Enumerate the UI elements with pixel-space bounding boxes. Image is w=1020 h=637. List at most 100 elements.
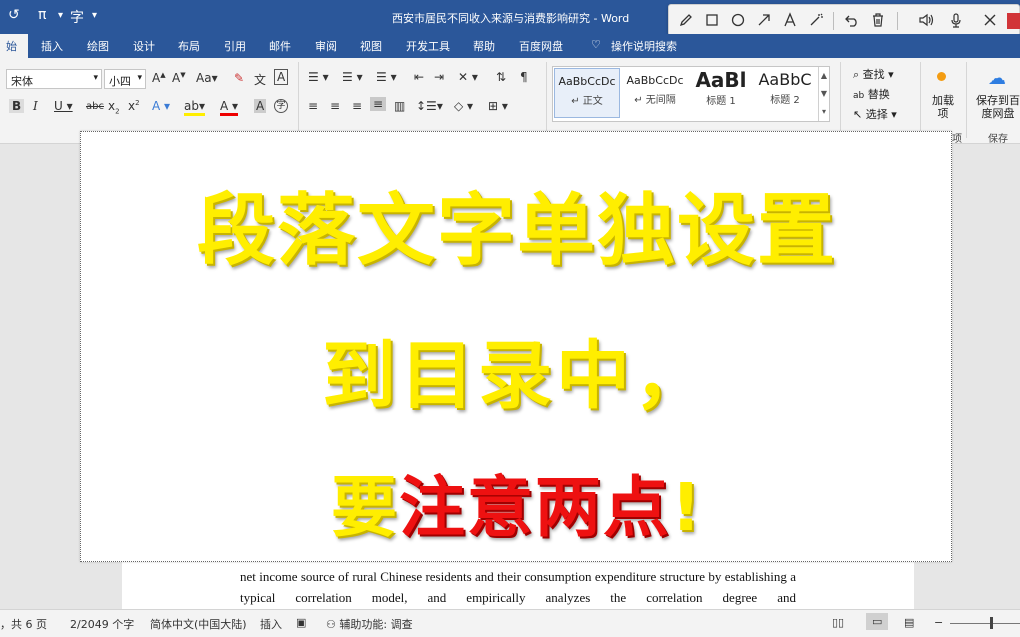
- decrease-indent-icon[interactable]: ⇤: [414, 70, 424, 84]
- tab-mailings[interactable]: 邮件: [269, 38, 291, 54]
- read-mode-icon[interactable]: ▯▯: [832, 616, 844, 629]
- style-normal[interactable]: AaBbCcDc ↵ 正文: [554, 68, 620, 118]
- char-border-icon[interactable]: A: [274, 69, 289, 85]
- text-icon[interactable]: [779, 9, 801, 31]
- tab-help[interactable]: 帮助: [473, 38, 495, 54]
- microphone-icon[interactable]: [945, 9, 967, 31]
- tell-me-search[interactable]: 操作说明搜索: [611, 38, 677, 54]
- circle-icon[interactable]: [727, 9, 749, 31]
- numbering-icon[interactable]: ☰ ▾: [342, 70, 363, 84]
- status-bar: ，共 6 页 2/2049 个字 简体中文(中国大陆) 插入 ▣ ⚇ 辅助功能:…: [0, 609, 1020, 637]
- increase-indent-icon[interactable]: ⇥: [434, 70, 444, 84]
- sort-icon[interactable]: ⇅: [496, 70, 506, 84]
- trash-icon[interactable]: [867, 9, 889, 31]
- tab-design[interactable]: 设计: [133, 38, 155, 54]
- qa-dropdown-icon[interactable]: ▾: [58, 10, 63, 21]
- undo-icon[interactable]: [841, 9, 863, 31]
- zoom-out-icon[interactable]: −: [934, 616, 943, 629]
- tab-baidu-netdisk[interactable]: 百度网盘: [519, 38, 563, 54]
- highlight-icon[interactable]: ab▾: [184, 99, 205, 116]
- tab-developer[interactable]: 开发工具: [406, 38, 450, 54]
- style-no-spacing[interactable]: AaBbCcDc ↵ 无间隔: [622, 68, 688, 118]
- insert-mode[interactable]: 插入: [260, 616, 282, 632]
- enclose-char-icon[interactable]: 字: [274, 99, 288, 113]
- align-center-icon[interactable]: ≡: [330, 99, 340, 113]
- addins-button[interactable]: 加载项: [932, 94, 954, 120]
- tab-layout[interactable]: 布局: [178, 38, 200, 54]
- zoom-slider[interactable]: [950, 623, 1020, 624]
- customize-qa-icon[interactable]: ▾: [92, 10, 97, 21]
- macro-record-icon[interactable]: ▣: [296, 616, 306, 629]
- bullets-icon[interactable]: ☰ ▾: [308, 70, 329, 84]
- annotation-toolbar: [668, 4, 1020, 36]
- addin-icon: [937, 72, 946, 81]
- save-group-label: 保存: [988, 134, 1008, 145]
- autosave-icon[interactable]: ↺: [8, 7, 20, 23]
- web-layout-icon[interactable]: ▤: [904, 616, 914, 629]
- borders-icon[interactable]: ⊞ ▾: [488, 99, 508, 113]
- line-spacing-icon[interactable]: ↕☰▾: [416, 99, 443, 113]
- word-count[interactable]: 2/2049 个字: [70, 616, 134, 632]
- overlay-line-3-suffix: !: [670, 469, 704, 546]
- font-size-select[interactable]: 小四 ▾: [104, 69, 146, 89]
- addins-group-label: 项: [952, 134, 962, 145]
- underline-icon[interactable]: U ▾: [54, 99, 73, 113]
- tab-references[interactable]: 引用: [224, 38, 246, 54]
- style-heading-1[interactable]: AaBl 标题 1: [688, 68, 754, 118]
- close-icon[interactable]: [979, 9, 1001, 31]
- lightbulb-icon[interactable]: ♡: [591, 38, 601, 51]
- zoom-slider-thumb[interactable]: [990, 617, 993, 629]
- accessibility-checker[interactable]: ⚇ 辅助功能: 调查: [326, 616, 413, 632]
- arrow-icon[interactable]: [753, 9, 775, 31]
- char-shading-icon[interactable]: A: [254, 99, 267, 113]
- justify-icon[interactable]: ≡: [370, 97, 387, 111]
- tab-draw[interactable]: 绘图: [87, 38, 109, 54]
- italic-icon[interactable]: I: [33, 99, 38, 113]
- tab-view[interactable]: 视图: [360, 38, 382, 54]
- rectangle-icon[interactable]: [701, 9, 723, 31]
- page-body-text[interactable]: net income source of rural Chinese resid…: [240, 566, 796, 608]
- find-button[interactable]: ⌕ 查找 ▾: [853, 66, 894, 82]
- office-logo-icon: [1007, 13, 1020, 29]
- equation-icon[interactable]: π: [38, 7, 46, 23]
- baidu-cloud-icon: ☁: [988, 68, 1006, 89]
- page-count[interactable]: ，共 6 页: [0, 616, 47, 632]
- align-left-icon[interactable]: ≡: [308, 99, 318, 113]
- convert-icon[interactable]: 字: [70, 7, 84, 27]
- pen-icon[interactable]: [675, 9, 697, 31]
- grow-font-icon[interactable]: A▲: [152, 71, 166, 85]
- style-heading-2[interactable]: AaBbC 标题 2: [752, 68, 818, 118]
- distributed-icon[interactable]: ▥: [394, 99, 405, 113]
- change-case-icon[interactable]: Aa▾: [196, 71, 218, 85]
- tab-home[interactable]: 始: [0, 34, 28, 58]
- speaker-icon[interactable]: [915, 9, 937, 31]
- align-right-icon[interactable]: ≡: [352, 99, 362, 113]
- strikethrough-icon[interactable]: abc: [86, 101, 104, 112]
- language-indicator[interactable]: 简体中文(中国大陆): [150, 616, 247, 632]
- show-marks-icon[interactable]: ¶: [520, 70, 528, 84]
- replace-button[interactable]: ab 替换: [853, 86, 890, 102]
- clear-format-icon[interactable]: ✎: [234, 71, 244, 85]
- superscript-icon[interactable]: x2: [128, 99, 140, 113]
- multilevel-list-icon[interactable]: ☰ ▾: [376, 70, 397, 84]
- select-button[interactable]: ↖ 选择 ▾: [853, 106, 897, 122]
- phonetic-guide-icon[interactable]: 文: [254, 71, 266, 88]
- font-color-icon[interactable]: A ▾: [220, 99, 239, 116]
- subscript-icon[interactable]: x2: [108, 99, 120, 115]
- print-layout-icon[interactable]: ▭: [866, 613, 889, 630]
- tab-review[interactable]: 审阅: [315, 38, 337, 54]
- chinese-layout-icon[interactable]: ✕ ▾: [458, 70, 478, 84]
- overlay-line-3: 要注意两点!: [81, 454, 953, 550]
- magic-wand-icon[interactable]: [805, 9, 827, 31]
- text-effects-icon[interactable]: A ▾: [152, 99, 170, 113]
- font-name-select[interactable]: 宋体 ▾: [6, 69, 102, 89]
- shrink-font-icon[interactable]: A▼: [172, 71, 186, 85]
- shading-icon[interactable]: ◇ ▾: [454, 99, 473, 113]
- document-title: 西安市居民不同收入来源与消费影响研究 - Word: [392, 12, 630, 25]
- save-to-baidu-button[interactable]: 保存到百度网盘: [976, 94, 1020, 120]
- bold-icon[interactable]: B: [9, 99, 25, 113]
- styles-scroll[interactable]: ▲ ▼ ▾: [818, 67, 829, 121]
- chevron-down-icon: ▾: [137, 73, 142, 83]
- tab-insert[interactable]: 插入: [41, 38, 63, 54]
- ribbon-tabs: 插入 绘图 设计 布局 引用 邮件 审阅 视图 开发工具 帮助 百度网盘 ♡ 操…: [0, 34, 1020, 58]
